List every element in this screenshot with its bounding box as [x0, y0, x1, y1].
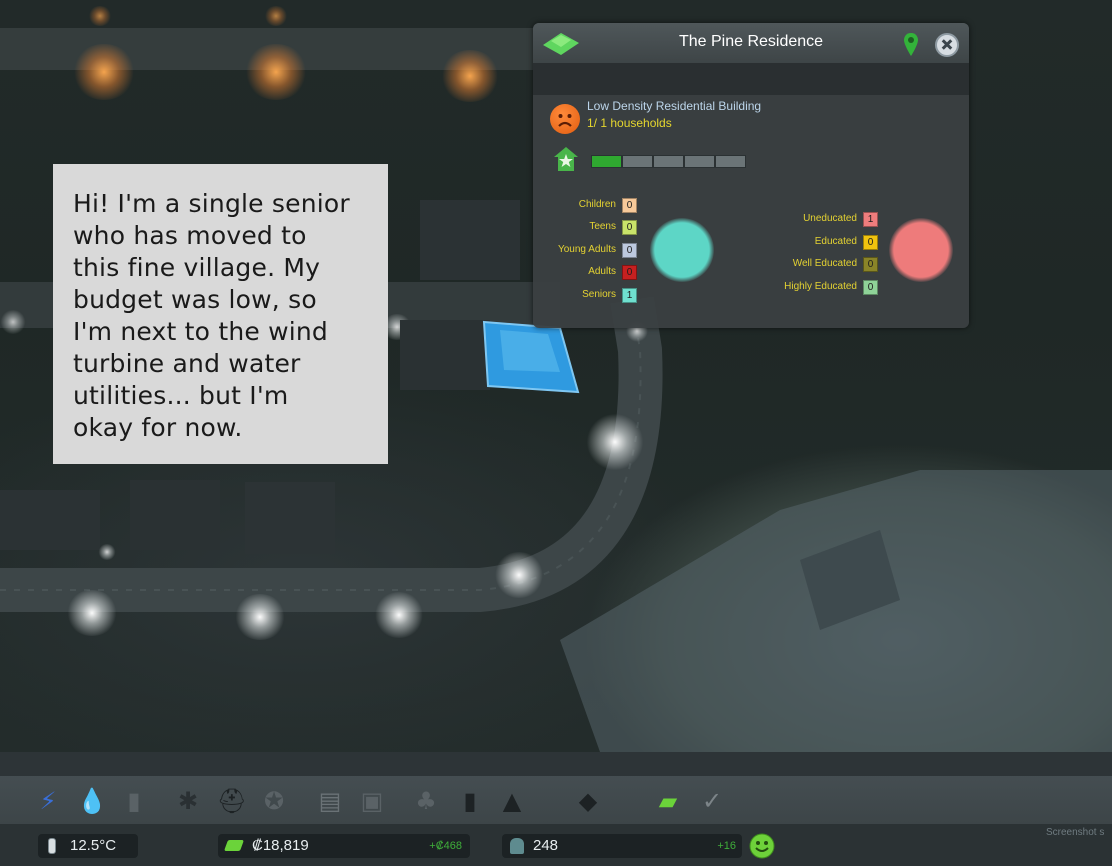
age-badge-young-adults: 0: [622, 243, 637, 258]
age-badge-seniors: 1: [622, 288, 637, 303]
education-icon[interactable]: ▤: [316, 786, 344, 816]
police-icon[interactable]: ✪: [260, 786, 288, 816]
speech-bubble: Hi! I'm a single senior who has moved to…: [53, 164, 388, 464]
level-segment: [715, 155, 746, 168]
electricity-icon[interactable]: ⚡: [34, 786, 62, 816]
level-progress-bar: [591, 155, 746, 168]
building-info-panel: The Pine Residence Low Density Residenti…: [533, 23, 969, 328]
happiness-face-icon[interactable]: [749, 833, 775, 859]
age-label-teens: Teens: [589, 221, 616, 232]
age-badge-teens: 0: [622, 220, 637, 235]
education-distribution-pie: [889, 218, 953, 282]
unhappy-face-icon: [550, 104, 580, 134]
close-icon[interactable]: [935, 33, 959, 57]
panel-header[interactable]: The Pine Residence: [533, 23, 969, 63]
monument-icon[interactable]: ▮: [456, 786, 484, 816]
population-value: 248: [533, 837, 559, 854]
status-bar: 12.5°C ₡18,819 +₡468 248 +16: [0, 824, 1112, 866]
area-icon[interactable]: ◆: [574, 786, 602, 816]
parks-icon[interactable]: ♣: [412, 786, 440, 816]
age-distribution-pie: [650, 218, 714, 282]
building-type: Low Density Residential Building: [587, 99, 762, 113]
population-icon: [510, 838, 524, 854]
money-delta: +₡468: [429, 840, 462, 852]
speech-line: utilities... but I'm: [73, 381, 289, 410]
street-light: [374, 592, 424, 638]
speech-line: turbine and water: [73, 349, 301, 378]
speech-line: I'm next to the wind: [73, 317, 329, 346]
temperature-value: 12.5°C: [70, 837, 117, 854]
edu-label-uneducated: Uneducated: [803, 213, 857, 224]
edu-label-well-educated: Well Educated: [792, 258, 857, 269]
street-light: [494, 552, 544, 598]
households-count: 1/ 1 households: [587, 116, 672, 130]
age-label-young-adults: Young Adults: [557, 244, 616, 255]
money-value: ₡18,819: [252, 837, 309, 854]
edu-badge-well-educated: 0: [863, 257, 878, 272]
speech-line: Hi! I'm a single senior: [73, 189, 350, 218]
level-segment: [684, 155, 715, 168]
public-transport-icon[interactable]: ▣: [358, 786, 386, 816]
street-light: [66, 590, 118, 636]
level-segment: [591, 155, 622, 168]
panel-subbar: [533, 63, 969, 95]
speech-line: okay for now.: [73, 413, 243, 442]
level-up-icon: [554, 147, 578, 171]
fire-department-icon[interactable]: ⛑: [217, 786, 247, 816]
edu-badge-highly-educated: 0: [863, 280, 878, 295]
money-icon[interactable]: ▰: [654, 786, 682, 816]
healthcare-icon[interactable]: ✱: [174, 786, 202, 816]
edu-label-educated: Educated: [814, 236, 857, 247]
age-badge-children: 0: [622, 198, 637, 213]
street-light: [98, 544, 116, 560]
checkbox-icon[interactable]: ✓: [698, 786, 726, 816]
edu-badge-uneducated: 1: [863, 212, 878, 227]
speech-line: budget was low, so: [73, 285, 317, 314]
speech-line: who has moved to: [73, 221, 307, 250]
population-delta: +16: [717, 840, 736, 852]
speech-line: this fine village. My: [73, 253, 321, 282]
level-segment: [622, 155, 653, 168]
toolbar-tab-strip: [0, 752, 1112, 776]
location-pin-icon[interactable]: [903, 32, 919, 58]
street-light: [586, 414, 644, 470]
edu-label-highly-educated: Highly Educated: [784, 281, 857, 292]
street-light: [234, 594, 286, 640]
water-drop-icon[interactable]: 💧: [77, 786, 107, 816]
landmark-icon[interactable]: ▲: [498, 786, 526, 816]
level-segment: [653, 155, 684, 168]
age-label-seniors: Seniors: [582, 289, 616, 300]
age-label-children: Children: [578, 199, 616, 210]
thermometer-icon: [48, 838, 56, 854]
age-label-adults: Adults: [588, 266, 616, 277]
garbage-icon[interactable]: ▮: [120, 786, 148, 816]
edu-badge-educated: 0: [863, 235, 878, 250]
age-badge-adults: 0: [622, 265, 637, 280]
screenshot-label: Screenshot s: [1046, 827, 1105, 838]
